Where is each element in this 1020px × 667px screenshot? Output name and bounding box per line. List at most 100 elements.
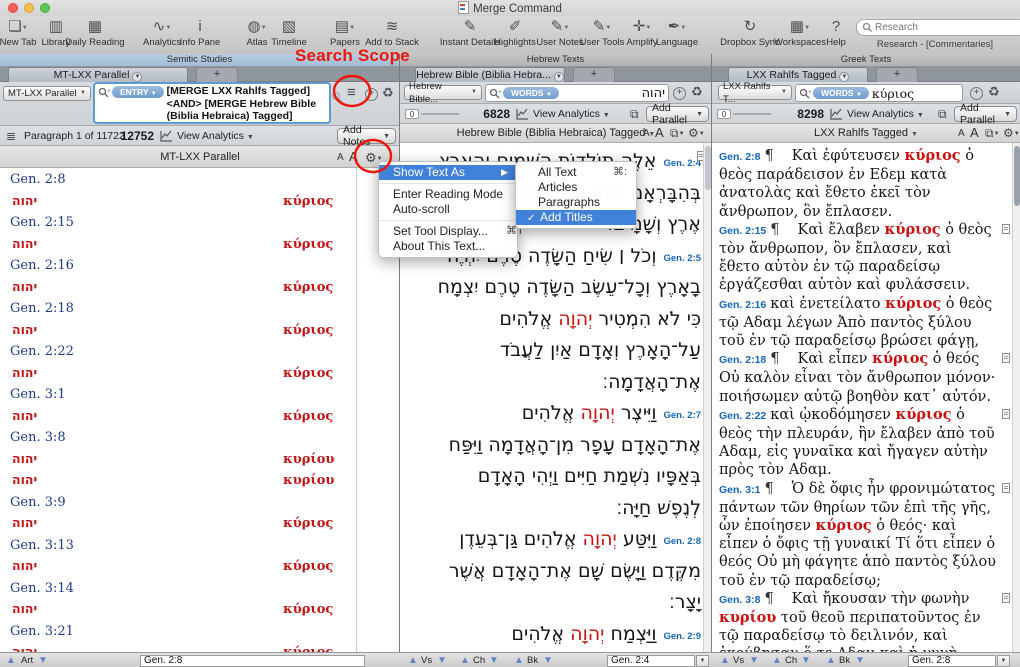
tab-menu-icon[interactable]: ▼ — [554, 72, 564, 82]
search-icon[interactable] — [98, 87, 110, 99]
right-ch-down-button[interactable]: ▼ — [801, 654, 811, 667]
hebrew-hit[interactable]: יהוה — [12, 322, 37, 337]
view-analytics-button[interactable]: View Analytics ▼ — [177, 130, 254, 142]
verse-ref[interactable]: Gen. 2:5 — [664, 253, 702, 264]
view-analytics-button[interactable]: View Analytics ▼ — [847, 108, 924, 120]
user-note-icon[interactable] — [1002, 593, 1010, 603]
toolbar-help[interactable]: ?Help — [797, 18, 875, 48]
toolbar-add-to-stack[interactable]: ≋Add to Stack — [353, 18, 431, 48]
right-module-selector[interactable]: LXX Rahlfs T...▼ — [718, 85, 792, 100]
hebrew-hit[interactable]: יהוה — [12, 408, 37, 423]
right-ch-up-button[interactable]: ▲ — [772, 654, 782, 667]
increase-font-icon[interactable]: A — [655, 125, 664, 140]
middle-scrollbar[interactable] — [703, 143, 711, 652]
right-bk-up-button[interactable]: ▲ — [826, 654, 836, 667]
verse-ref[interactable]: Gen. 3:14 — [10, 581, 74, 596]
search-mode-pill[interactable]: WORDS ▼ — [813, 87, 869, 99]
search-mode-pill[interactable]: WORDS ▼ — [503, 87, 559, 99]
paragraph-list-icon[interactable]: ≣ — [6, 129, 16, 143]
greek-hit[interactable]: κύριος — [283, 237, 333, 252]
context-slider[interactable]: 0 — [717, 109, 771, 119]
verse-ref[interactable]: Gen. 3:13 — [10, 538, 74, 553]
add-parallel-button[interactable]: Add Parallel▼ — [646, 106, 709, 122]
right-scrollbar[interactable] — [1012, 143, 1020, 652]
verse-ref[interactable]: Gen. 2:8 — [719, 151, 760, 163]
verse-ref[interactable]: Gen. 2:15 — [10, 215, 74, 230]
new-tab-button[interactable]: + — [573, 67, 615, 82]
new-tab-button[interactable]: + — [876, 67, 918, 82]
left-goto-input[interactable] — [140, 655, 365, 667]
verse-ref[interactable]: Gen. 2:9 — [664, 631, 702, 642]
hebrew-hit[interactable]: יהוה — [12, 472, 37, 487]
search-icon[interactable] — [799, 88, 811, 100]
user-note-icon[interactable] — [1002, 483, 1010, 493]
verse-ref[interactable]: Gen. 2:8 — [664, 536, 702, 547]
add-search-term-icon[interactable]: + — [673, 87, 686, 100]
add-notes-button[interactable]: Add Notes▼ — [337, 128, 396, 144]
hebrew-hit[interactable]: יהוה — [12, 515, 37, 530]
verse-ref[interactable]: Gen. 3:9 — [10, 495, 66, 510]
greek-hit[interactable]: κύριος — [283, 645, 333, 652]
hebrew-hit[interactable]: יהוה — [12, 644, 37, 652]
verse-ref[interactable]: Gen. 2:7 — [664, 410, 702, 421]
pane-settings-gear-icon[interactable]: ⚙▼ — [688, 126, 705, 140]
text-browser-icon[interactable]: ⧉ — [938, 107, 947, 122]
pane-divider[interactable] — [711, 54, 712, 667]
middle-vs-down-button[interactable]: ▼ — [437, 654, 447, 667]
hebrew-hit[interactable]: יהוה — [12, 451, 37, 466]
pane-settings-gear-icon[interactable]: ⚙▼ — [1003, 126, 1020, 140]
middle-search-box[interactable]: WORDS ▼ יהוה — [485, 84, 669, 102]
tab-menu-icon[interactable]: ▼ — [839, 72, 849, 82]
browse-hierarchy-icon[interactable]: ♻ — [691, 85, 703, 99]
search-scope-magnifier-icon[interactable] — [331, 91, 344, 104]
toolbar-language[interactable]: ✒▼Language — [638, 18, 716, 48]
left-module-selector[interactable]: MT-LXX Parallel▼ — [3, 86, 91, 101]
hebrew-hit[interactable]: יהוה — [12, 193, 37, 208]
right-search-box[interactable]: WORDS ▼ κύριος — [795, 84, 963, 102]
verse-ref[interactable]: Gen. 3:8 — [719, 594, 760, 606]
verse-ref[interactable]: Gen. 3:1 — [10, 387, 66, 402]
left-search-query[interactable]: [MERGE LXX Rahlfs Tagged] <AND> [MERGE H… — [167, 85, 326, 123]
submenu-item-paragraphs[interactable]: Paragraphs — [516, 195, 636, 210]
greek-hit[interactable]: κύριος — [283, 366, 333, 381]
middle-vs-up-button[interactable]: ▲ — [408, 654, 418, 667]
middle-module-selector[interactable]: Hebrew Bible...▼ — [404, 85, 482, 100]
submenu-item-articles[interactable]: Articles — [516, 180, 636, 195]
hebrew-hit[interactable]: יהוה — [12, 279, 37, 294]
increase-font-icon[interactable]: A — [349, 149, 358, 164]
goto-dropdown-icon[interactable]: ▼ — [997, 655, 1010, 667]
menu-item-about-this-text-[interactable]: About This Text... — [379, 239, 517, 254]
menu-item-set-tool-display-[interactable]: Set Tool Display...⌘T — [379, 224, 517, 239]
greek-hit[interactable]: κύριος — [283, 516, 333, 531]
user-note-icon[interactable] — [1002, 224, 1010, 234]
middle-ch-down-button[interactable]: ▼ — [489, 654, 499, 667]
search-scope-icon[interactable]: ≡ — [347, 86, 356, 100]
tab-mt-lxx-parallel[interactable]: MT-LXX Parallel▼ — [8, 67, 188, 82]
middle-bk-down-button[interactable]: ▼ — [543, 654, 553, 667]
middle-bk-up-button[interactable]: ▲ — [514, 654, 524, 667]
section-greek-texts[interactable]: Greek Texts — [712, 54, 1020, 66]
analytics-icon[interactable] — [160, 130, 173, 142]
section-hebrew-texts[interactable]: Hebrew Texts — [400, 54, 712, 66]
right-vs-down-button[interactable]: ▼ — [749, 654, 759, 667]
middle-goto-input[interactable] — [607, 655, 695, 667]
verse-ref[interactable]: Gen. 2:22 — [719, 410, 766, 422]
verse-ref[interactable]: Gen. 2:4 — [664, 158, 702, 169]
analytics-icon[interactable] — [516, 108, 529, 120]
greek-hit[interactable]: κύριος — [283, 602, 333, 617]
menu-item-show-text-as[interactable]: Show Text As▶ — [379, 165, 517, 180]
left-search-box[interactable]: ENTRY ▼ [MERGE LXX Rahlfs Tagged] <AND> … — [93, 82, 331, 124]
add-search-term-icon[interactable]: + — [970, 87, 983, 100]
middle-search-query[interactable]: יהוה — [562, 86, 665, 101]
display-settings-icon[interactable]: ⧉▼ — [985, 126, 1000, 141]
verse-ref[interactable]: Gen. 2:18 — [10, 301, 74, 316]
greek-hit[interactable]: κύριος — [283, 409, 333, 424]
add-parallel-button[interactable]: Add Parallel▼ — [954, 106, 1017, 122]
decrease-font-icon[interactable]: A — [337, 152, 344, 163]
decrease-font-icon[interactable]: A — [958, 128, 965, 139]
prev-article-button[interactable]: ▲ — [6, 654, 16, 667]
greek-hit[interactable]: κύριος — [283, 323, 333, 338]
verse-ref[interactable]: Gen. 2:22 — [10, 344, 74, 359]
add-search-term-icon[interactable]: + — [365, 88, 378, 101]
search-mode-pill[interactable]: ENTRY ▼ — [112, 86, 164, 98]
